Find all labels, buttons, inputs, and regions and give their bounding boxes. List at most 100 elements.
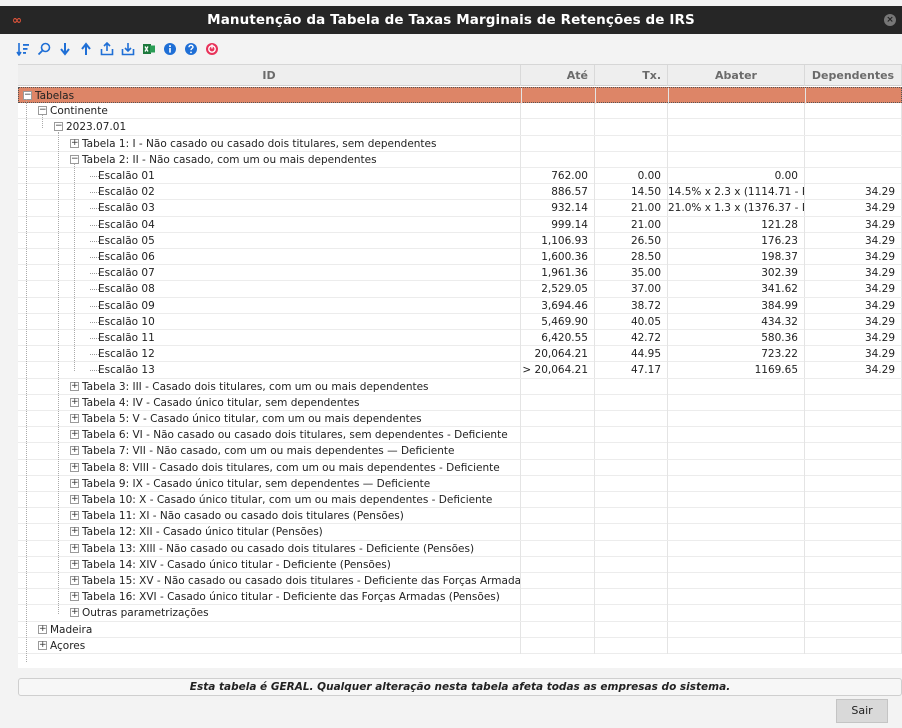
- tree-node[interactable]: + Tabela 14: XIV - Casado único titular -…: [18, 556, 902, 573]
- tree-grid[interactable]: ID Até Tx. Marginal Abater Dependentes −…: [18, 64, 902, 668]
- tree-node[interactable]: + Tabela 6: VI - Não casado ou casado doi…: [18, 427, 902, 444]
- table-row[interactable]: Escalão 02 886.57 14.50 14.5% x 2.3 x (1114…: [18, 184, 902, 201]
- tree-node[interactable]: + Tabela 9: IX - Casado único titular, se…: [18, 475, 902, 492]
- node-label: Escalão 11: [98, 332, 155, 344]
- column-header-ate[interactable]: Até: [521, 65, 595, 86]
- expand-icon[interactable]: +: [70, 462, 79, 472]
- grid-header: ID Até Tx. Marginal Abater Dependentes: [18, 65, 902, 103]
- ate-cell: [521, 637, 595, 654]
- expand-icon[interactable]: +: [70, 592, 79, 602]
- node-label: Escalão 07: [98, 267, 155, 280]
- import-icon[interactable]: [119, 41, 136, 58]
- node-label: Escalão 03: [98, 202, 155, 215]
- tree-node[interactable]: + Outras parametrizações: [18, 605, 902, 622]
- dependentes-cell: 34.29: [805, 362, 902, 379]
- collapse-icon[interactable]: −: [70, 154, 79, 164]
- expand-icon[interactable]: +: [70, 576, 79, 585]
- tree-node[interactable]: + Tabela 15: XV - Não casado ou casado do…: [18, 573, 902, 590]
- exit-button[interactable]: Sair: [836, 699, 888, 723]
- tx-marginal-cell: [595, 378, 668, 395]
- info-icon[interactable]: [161, 41, 178, 58]
- abater-cell: [668, 459, 805, 476]
- expand-icon[interactable]: +: [70, 543, 79, 553]
- expand-icon[interactable]: +: [70, 559, 79, 569]
- tree-node[interactable]: − Tabela 2: II - Não casado, com um ou ma…: [18, 151, 902, 168]
- general-table-warning: Esta tabela é GERAL. Qualquer alteração …: [18, 678, 902, 696]
- tree-node[interactable]: + Tabela 7: VII - Não casado, com um ou m…: [18, 443, 902, 460]
- tree-node[interactable]: + Tabela 5: V - Casado único titular, com…: [18, 411, 902, 428]
- close-icon[interactable]: ×: [884, 14, 896, 26]
- column-header-tx-marginal[interactable]: Tx. Marginal: [595, 65, 668, 103]
- expand-icon[interactable]: +: [70, 446, 79, 456]
- exit-button-label: Sair: [851, 704, 873, 717]
- table-row[interactable]: Escalão 13 > 20,064.21 47.17 1169.65 34.29: [18, 362, 902, 379]
- node-label: Outras parametrizações: [82, 607, 209, 620]
- tree-node[interactable]: −2023.07.01: [18, 119, 902, 136]
- expand-icon[interactable]: +: [70, 608, 79, 618]
- expand-icon[interactable]: +: [70, 414, 79, 423]
- abater-cell: 341.62: [668, 281, 805, 298]
- tx-marginal-cell: [595, 427, 668, 444]
- tree-node[interactable]: + Tabela 16: XVI - Casado único titular -…: [18, 589, 902, 606]
- table-row[interactable]: Escalão 05 1,106.93 26.50 176.23 34.29: [18, 232, 902, 249]
- tree-node[interactable]: + Tabela 11: XI - Não casado ou casado do…: [18, 508, 902, 525]
- table-row[interactable]: Escalão 08 2,529.05 37.00 341.62 34.29: [18, 281, 902, 298]
- tree-node[interactable]: + Tabela 10: X - Casado único titular, co…: [18, 492, 902, 509]
- table-row[interactable]: Escalão 04 999.14 21.00 121.28 34.29: [18, 216, 902, 233]
- excel-icon[interactable]: [140, 41, 157, 58]
- column-header-id[interactable]: ID: [18, 65, 521, 86]
- abater-cell: [668, 556, 805, 573]
- tree-node[interactable]: + Madeira: [18, 621, 902, 638]
- expand-icon[interactable]: +: [70, 527, 79, 537]
- column-header-dependentes[interactable]: Dependentes: [805, 65, 902, 86]
- collapse-icon[interactable]: −: [23, 91, 32, 100]
- tx-marginal-cell: [595, 492, 668, 508]
- table-row[interactable]: Escalão 06 1,600.36 28.50 198.37 34.29: [18, 249, 902, 266]
- tree-node[interactable]: + Tabela 4: IV - Casado único titular, se…: [18, 394, 902, 411]
- tree-node[interactable]: − Continente: [18, 103, 902, 120]
- ate-cell: 762.00: [521, 168, 595, 184]
- table-row[interactable]: Escalão 03 932.14 21.00 21.0% x 1.3 x (1376…: [18, 200, 902, 217]
- table-row[interactable]: Escalão 11 6,420.55 42.72 580.36 34.29: [18, 330, 902, 347]
- power-icon[interactable]: [203, 41, 220, 58]
- tree-node[interactable]: + Tabela 3: III - Casado dois titulares, …: [18, 378, 902, 395]
- tree-node[interactable]: + Tabela 13: XIII - Não casado ou casado …: [18, 540, 902, 557]
- help-icon[interactable]: [182, 41, 199, 58]
- node-label: Tabela 8: VIII - Casado dois titulares, …: [82, 461, 500, 474]
- search-icon[interactable]: [35, 41, 52, 58]
- expand-icon[interactable]: +: [70, 138, 79, 148]
- ate-cell: 6,420.55: [521, 330, 595, 346]
- tree-guide-line: [58, 131, 59, 614]
- id-cell: + Tabela 6: VI - Não casado ou casado doi…: [18, 427, 521, 444]
- table-row[interactable]: Escalão 07 1,961.36 35.00 302.39 34.29: [18, 265, 902, 282]
- tree-node[interactable]: + Açores: [18, 637, 902, 654]
- expand-icon[interactable]: +: [38, 624, 47, 634]
- dependentes-cell: 34.29: [805, 184, 902, 201]
- expand-icon[interactable]: +: [70, 397, 79, 407]
- table-row[interactable]: Escalão 01 762.00 0.00 0.00: [18, 168, 902, 185]
- export-icon[interactable]: [98, 41, 115, 58]
- tree-node[interactable]: + Tabela 12: XII - Casado único titular (…: [18, 524, 902, 541]
- expand-icon[interactable]: +: [70, 430, 79, 440]
- tree-node[interactable]: + Tabela 1: I - Não casado ou casado dois…: [18, 135, 902, 152]
- expand-icon[interactable]: +: [70, 381, 79, 391]
- arrow-down-icon[interactable]: [56, 41, 73, 58]
- expand-icon[interactable]: +: [70, 495, 79, 504]
- expand-icon[interactable]: +: [70, 478, 79, 488]
- dependentes-cell: [805, 589, 902, 606]
- tree-node[interactable]: + Tabela 8: VIII - Casado dois titulares,…: [18, 459, 902, 476]
- tree-node[interactable]: − Tabelas: [18, 87, 902, 104]
- sort-icon[interactable]: [14, 41, 31, 58]
- dependentes-cell: [805, 508, 902, 525]
- collapse-icon[interactable]: −: [54, 122, 63, 132]
- id-cell: Escalão 05: [18, 232, 521, 249]
- table-row[interactable]: Escalão 10 5,469.90 40.05 434.32 34.29: [18, 313, 902, 330]
- expand-icon[interactable]: +: [70, 511, 79, 521]
- table-row[interactable]: Escalão 12 20,064.21 44.95 723.22 34.29: [18, 346, 902, 363]
- table-row[interactable]: Escalão 09 3,694.46 38.72 384.99 34.29: [18, 297, 902, 314]
- toolbar: [14, 39, 220, 59]
- column-header-abater[interactable]: Abater: [668, 65, 805, 86]
- arrow-up-icon[interactable]: [77, 41, 94, 58]
- collapse-icon[interactable]: −: [38, 106, 47, 116]
- expand-icon[interactable]: +: [38, 640, 47, 650]
